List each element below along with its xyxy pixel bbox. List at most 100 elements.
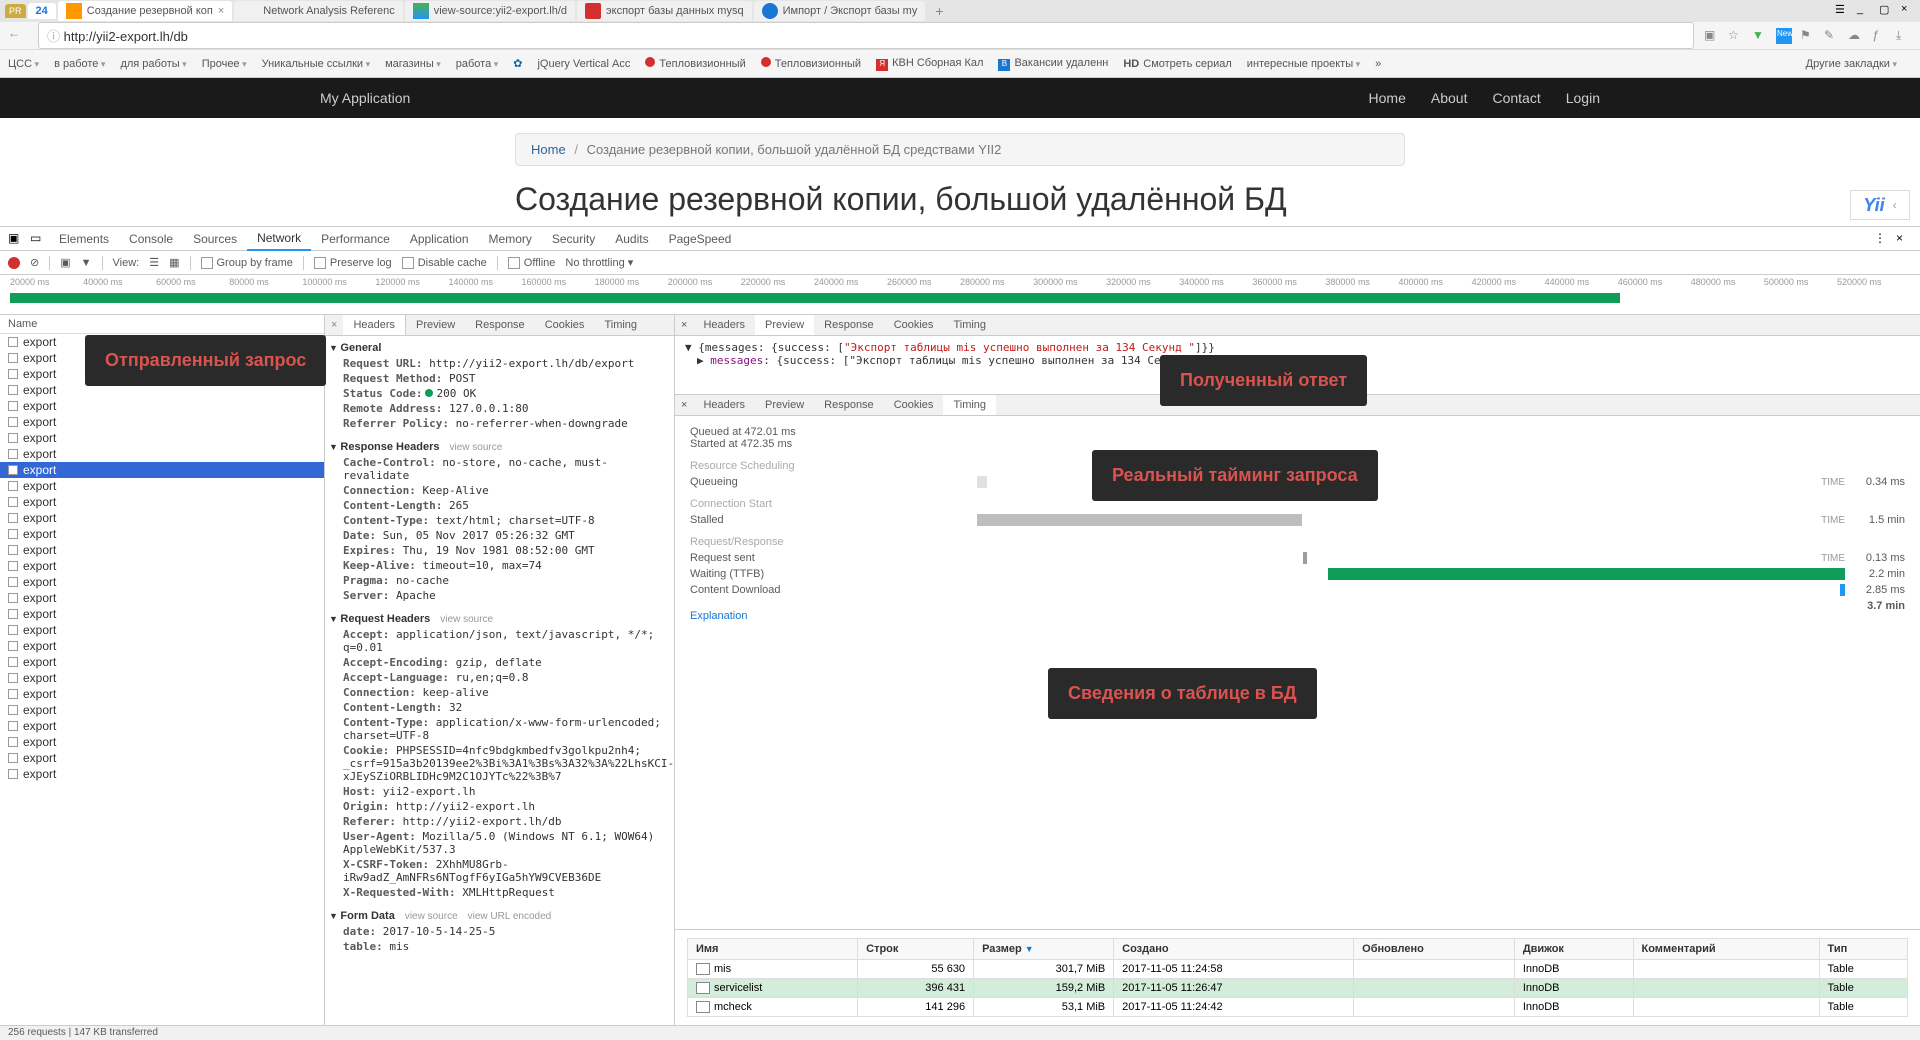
ext-jquery-icon[interactable]: ✿ <box>513 57 522 70</box>
request-row[interactable]: export <box>0 638 324 654</box>
view-large-icon[interactable]: ▦ <box>169 256 179 269</box>
bookmark-item[interactable]: Тепловизионный <box>645 57 745 70</box>
column-header[interactable]: Движок <box>1514 938 1633 959</box>
bookmark-item[interactable]: Прочее <box>202 58 247 70</box>
bookmark-item[interactable]: ЦСС <box>8 58 39 70</box>
bookmark-item[interactable]: HDСмотреть сериал <box>1123 58 1231 70</box>
detail-tab[interactable]: Response <box>814 395 884 415</box>
column-header[interactable]: Комментарий <box>1633 938 1819 959</box>
devtools-tab[interactable]: Audits <box>605 228 658 250</box>
nav-link[interactable]: Home <box>1369 90 1406 106</box>
download-icon[interactable]: ⤓ <box>1896 28 1912 44</box>
devtools-tab[interactable]: Elements <box>49 228 119 250</box>
devtools-tab[interactable]: PageSpeed <box>659 228 742 250</box>
close-panel-icon[interactable]: × <box>675 395 693 415</box>
request-row[interactable]: export <box>0 494 324 510</box>
throttling-select[interactable]: No throttling ▾ <box>565 256 633 269</box>
bookmark-item[interactable]: ЯКВН Сборная Кал <box>876 57 983 71</box>
clear-icon[interactable]: ⊘ <box>30 256 39 269</box>
ext-icon[interactable]: New <box>1776 28 1792 44</box>
table-row[interactable]: mcheck141 29653,1 MiB2017-11-05 11:24:42… <box>688 997 1908 1016</box>
column-header[interactable]: Тип <box>1819 938 1907 959</box>
close-panel-icon[interactable]: × <box>675 315 693 335</box>
detail-tab[interactable]: Cookies <box>535 315 595 335</box>
offline-checkbox[interactable]: Offline <box>508 257 556 269</box>
cache-checkbox[interactable]: Disable cache <box>402 257 487 269</box>
browser-tab[interactable]: Создание резервной коп× <box>58 1 233 21</box>
devtools-tab[interactable]: Application <box>400 228 479 250</box>
yii-debug-toolbar[interactable]: ‹ <box>1850 190 1910 220</box>
devtools-tab[interactable]: Memory <box>479 228 542 250</box>
request-row[interactable]: export <box>0 670 324 686</box>
bookmark-item[interactable]: ВВакансии удаленн <box>998 57 1108 71</box>
browser-tab[interactable]: view-source:yii2-export.lh/d <box>405 1 575 21</box>
shield-icon[interactable]: ▼ <box>1752 28 1768 44</box>
nav-link[interactable]: Contact <box>1492 90 1540 106</box>
bookmark-item[interactable]: в работе <box>54 58 105 70</box>
detail-tab[interactable]: Cookies <box>884 315 944 335</box>
bookmark-item[interactable]: jQuery Vertical Асс <box>537 58 630 70</box>
bookmark-item[interactable]: интересные проекты <box>1247 58 1360 70</box>
bookmark-item[interactable]: для работы <box>120 58 186 70</box>
detail-tab[interactable]: Response <box>814 315 884 335</box>
breadcrumb-home[interactable]: Home <box>531 142 566 157</box>
browser-tab[interactable]: Импорт / Экспорт базы my <box>754 1 926 21</box>
devtools-tab[interactable]: Security <box>542 228 605 250</box>
request-row[interactable]: export <box>0 750 324 766</box>
column-header[interactable]: Имя <box>688 938 858 959</box>
bookmark-item[interactable]: Уникальные ссылки <box>262 58 371 70</box>
network-timeline[interactable]: 20000 ms40000 ms60000 ms80000 ms100000 m… <box>0 275 1920 315</box>
column-header[interactable]: Размер ▼ <box>974 938 1114 959</box>
browser-tab[interactable]: экспорт базы данных mysq <box>577 1 752 21</box>
maximize-icon[interactable]: ▢ <box>1879 3 1893 17</box>
request-row[interactable]: export <box>0 558 324 574</box>
nav-link[interactable]: About <box>1431 90 1468 106</box>
request-row[interactable]: export <box>0 414 324 430</box>
detail-tab[interactable]: Preview <box>406 315 465 335</box>
close-icon[interactable]: × <box>1901 3 1915 17</box>
detail-tab[interactable]: Headers <box>343 315 406 335</box>
detail-tab[interactable]: Timing <box>594 315 647 335</box>
devtools-tab[interactable]: Performance <box>311 228 400 250</box>
request-row[interactable]: export <box>0 654 324 670</box>
request-row[interactable]: export <box>0 398 324 414</box>
browser-tab[interactable]: 24 <box>28 3 56 19</box>
detail-tab[interactable]: Headers <box>693 315 755 335</box>
request-headers-section[interactable]: Request Headersview source <box>329 611 670 627</box>
filter-icon[interactable]: ▼ <box>81 257 92 269</box>
inspect-icon[interactable]: ▣ <box>8 231 24 247</box>
column-header[interactable]: Создано <box>1114 938 1354 959</box>
bookmark-item[interactable]: магазины <box>385 58 441 70</box>
request-row[interactable]: export <box>0 622 324 638</box>
group-checkbox[interactable]: Group by frame <box>201 257 293 269</box>
view-list-icon[interactable]: ☰ <box>149 256 159 269</box>
explanation-link[interactable]: Explanation <box>690 610 748 622</box>
request-row[interactable]: export <box>0 478 324 494</box>
settings-icon[interactable]: ⋮ <box>1874 231 1890 247</box>
request-row[interactable]: export <box>0 510 324 526</box>
detail-tab[interactable]: Timing <box>943 315 996 335</box>
general-section[interactable]: General <box>329 340 670 356</box>
camera-icon[interactable]: ▣ <box>60 256 70 269</box>
request-row[interactable]: export <box>0 542 324 558</box>
detail-tab[interactable]: Cookies <box>884 395 944 415</box>
ext-icon[interactable]: ☁ <box>1848 28 1864 44</box>
record-button[interactable] <box>8 257 20 269</box>
request-row[interactable]: export <box>0 462 324 478</box>
browser-tab[interactable]: Network Analysis Referenc <box>234 1 402 21</box>
request-row[interactable]: export <box>0 718 324 734</box>
name-column-header[interactable]: Name <box>0 315 324 334</box>
table-row[interactable]: mis55 630301,7 MiB2017-11-05 11:24:58Inn… <box>688 959 1908 978</box>
minimize-icon[interactable]: _ <box>1857 3 1871 17</box>
request-row[interactable]: export <box>0 686 324 702</box>
nav-link[interactable]: Login <box>1566 90 1600 106</box>
detail-tab[interactable]: Headers <box>693 395 755 415</box>
request-row[interactable]: export <box>0 446 324 462</box>
close-devtools-icon[interactable]: × <box>1896 231 1912 247</box>
back-button[interactable]: ← <box>8 26 28 46</box>
devtools-tab[interactable]: Network <box>247 227 311 251</box>
url-input[interactable]: ⓘ http://yii2-export.lh/db <box>38 22 1694 49</box>
ext-icon[interactable]: ⚑ <box>1800 28 1816 44</box>
close-panel-icon[interactable]: × <box>325 315 343 335</box>
other-bookmarks[interactable]: Другие закладки <box>1806 58 1897 70</box>
